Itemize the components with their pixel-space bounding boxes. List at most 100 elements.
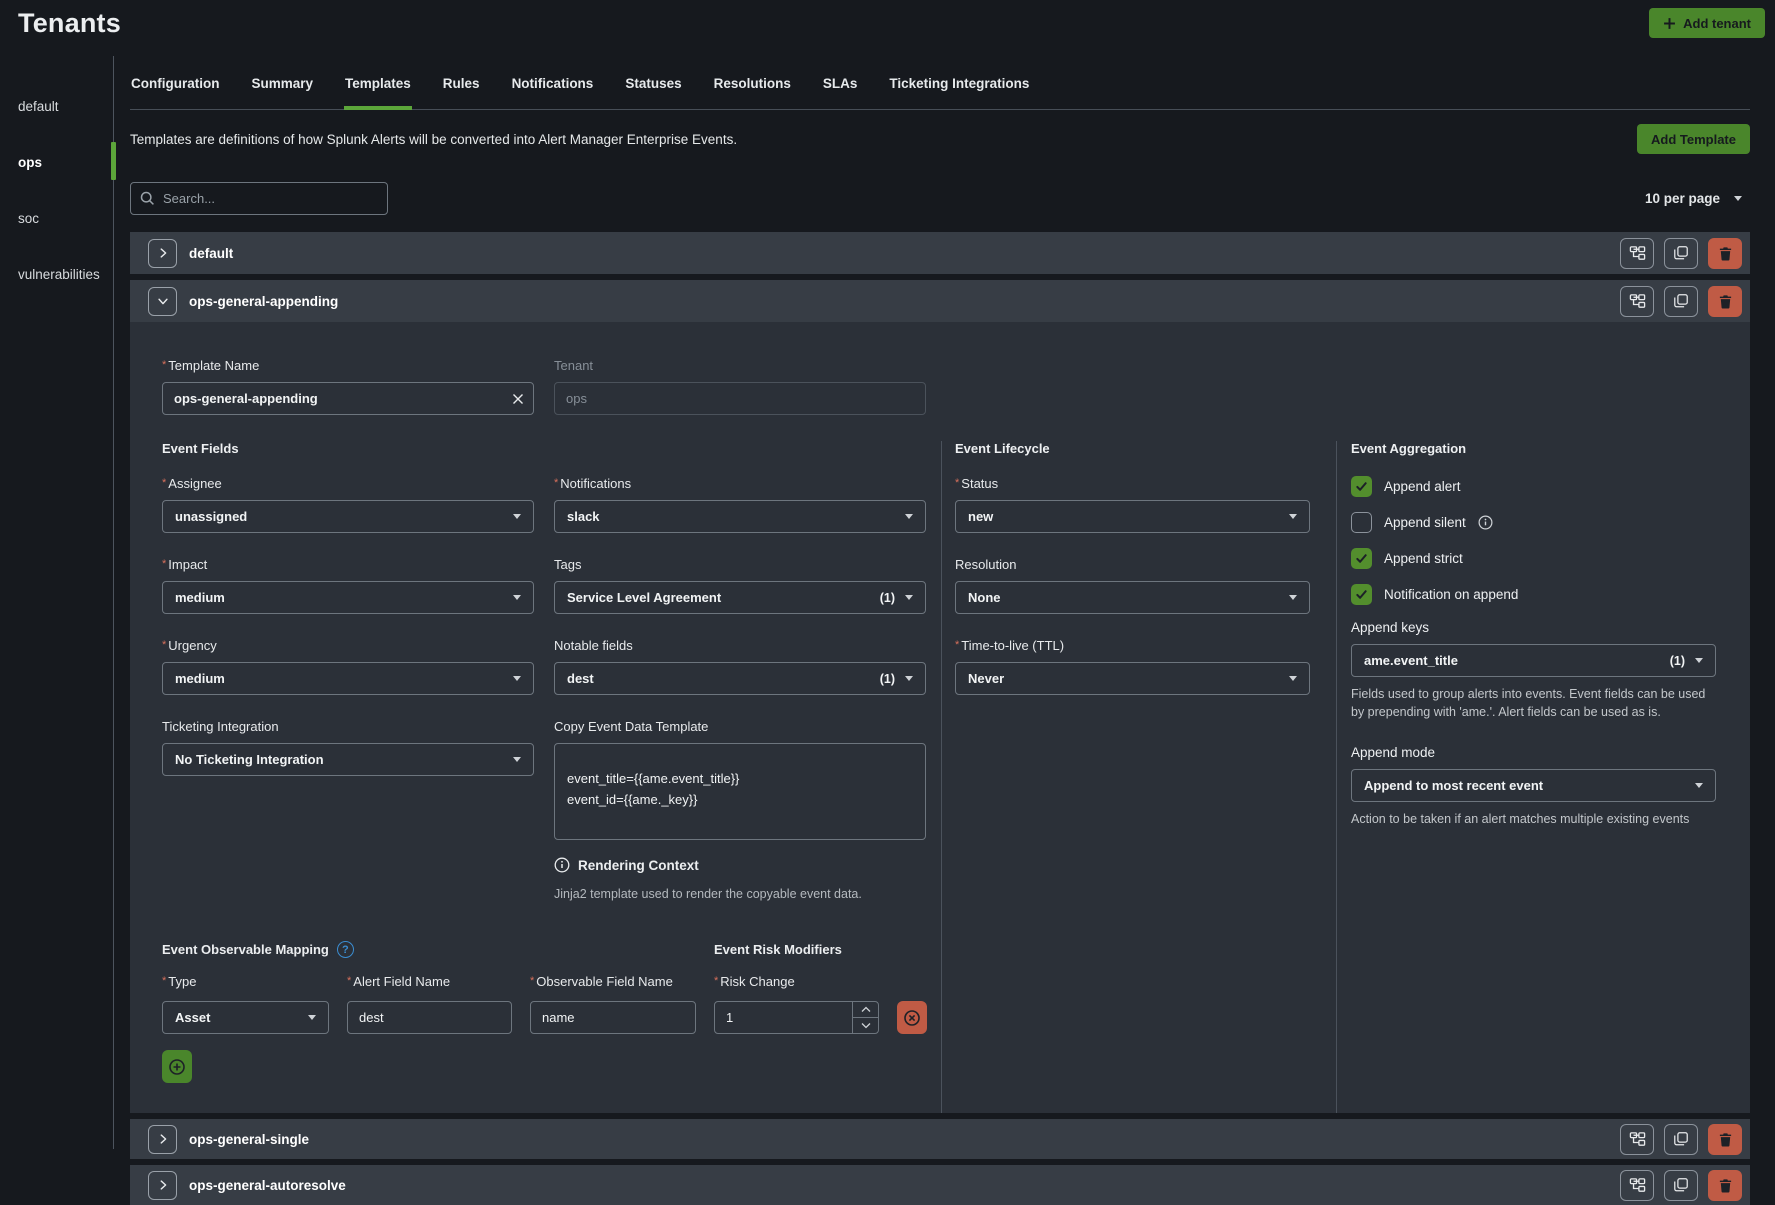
per-page-select[interactable]: 10 per page bbox=[1645, 191, 1750, 206]
tags-select[interactable]: Service Level Agreement (1) bbox=[554, 581, 926, 614]
page-title: Tenants bbox=[18, 8, 121, 39]
append-silent-checkbox[interactable] bbox=[1351, 512, 1372, 533]
assignee-select[interactable]: unassigned bbox=[162, 500, 534, 533]
trash-icon bbox=[1718, 1132, 1733, 1147]
notable-fields-select[interactable]: dest (1) bbox=[554, 662, 926, 695]
search-box bbox=[130, 182, 388, 215]
append-strict-checkbox[interactable] bbox=[1351, 548, 1372, 569]
notification-on-append-label: Notification on append bbox=[1384, 587, 1518, 602]
copy-icon bbox=[1673, 1177, 1689, 1193]
observable-mapping-heading: Event Observable Mapping ? bbox=[162, 941, 696, 958]
tenant-input bbox=[554, 382, 926, 415]
hierarchy-button[interactable] bbox=[1620, 286, 1654, 317]
chevron-down-icon bbox=[905, 595, 913, 600]
tab-configuration[interactable]: Configuration bbox=[130, 70, 220, 110]
append-alert-checkbox[interactable] bbox=[1351, 476, 1372, 497]
hierarchy-icon bbox=[1629, 245, 1646, 262]
delete-button[interactable] bbox=[1708, 238, 1742, 269]
delete-button[interactable] bbox=[1708, 1170, 1742, 1201]
tab-resolutions[interactable]: Resolutions bbox=[713, 70, 792, 110]
notification-on-append-checkbox[interactable] bbox=[1351, 584, 1372, 605]
append-mode-select[interactable]: Append to most recent event bbox=[1351, 769, 1716, 802]
ticketing-integration-select[interactable]: No Ticketing Integration bbox=[162, 743, 534, 776]
chevron-down-icon bbox=[905, 676, 913, 681]
sidebar-item-soc[interactable]: soc bbox=[0, 190, 113, 246]
resolution-label: Resolution bbox=[955, 557, 1310, 572]
copy-icon bbox=[1673, 245, 1689, 261]
clone-button[interactable] bbox=[1664, 286, 1698, 317]
spin-up-button[interactable] bbox=[853, 1002, 878, 1018]
notifications-select[interactable]: slack bbox=[554, 500, 926, 533]
sidebar-item-vulnerabilities[interactable]: vulnerabilities bbox=[0, 246, 113, 302]
type-label: *Type bbox=[162, 974, 329, 989]
alert-field-name-input[interactable] bbox=[347, 1001, 512, 1034]
add-tenant-button[interactable]: Add tenant bbox=[1649, 8, 1765, 38]
clone-button[interactable] bbox=[1664, 238, 1698, 269]
remove-mapping-button[interactable] bbox=[897, 1001, 927, 1034]
trash-icon bbox=[1718, 1178, 1733, 1193]
selection-count-badge: (1) bbox=[1670, 654, 1685, 668]
impact-select[interactable]: medium bbox=[162, 581, 534, 614]
tab-templates[interactable]: Templates bbox=[344, 70, 412, 110]
observable-field-name-input[interactable] bbox=[530, 1001, 696, 1034]
add-template-button[interactable]: Add Template bbox=[1637, 124, 1750, 154]
type-select[interactable]: Asset bbox=[162, 1001, 329, 1034]
tab-statuses[interactable]: Statuses bbox=[624, 70, 682, 110]
add-mapping-button[interactable] bbox=[162, 1050, 192, 1083]
append-keys-select[interactable]: ame.event_title (1) bbox=[1351, 644, 1716, 677]
ttl-select[interactable]: Never bbox=[955, 662, 1310, 695]
templates-description: Templates are definitions of how Splunk … bbox=[130, 132, 737, 147]
expand-button[interactable] bbox=[148, 1125, 177, 1154]
event-fields-heading: Event Fields bbox=[162, 441, 941, 456]
urgency-select[interactable]: medium bbox=[162, 662, 534, 695]
impact-label: *Impact bbox=[162, 557, 534, 572]
jinja-help-text: Jinja2 template used to render the copya… bbox=[554, 886, 926, 903]
tenant-label: Tenant bbox=[554, 358, 926, 373]
selection-count-badge: (1) bbox=[880, 672, 895, 686]
copy-event-data-textarea[interactable]: event_title={{ame.event_title}} event_id… bbox=[554, 743, 926, 840]
check-icon bbox=[1355, 588, 1368, 601]
hierarchy-button[interactable] bbox=[1620, 238, 1654, 269]
sidebar-item-default[interactable]: default bbox=[0, 78, 113, 134]
selection-count-badge: (1) bbox=[880, 591, 895, 605]
search-input[interactable] bbox=[130, 182, 388, 215]
hierarchy-button[interactable] bbox=[1620, 1170, 1654, 1201]
template-row: default bbox=[130, 232, 1750, 274]
append-alert-label: Append alert bbox=[1384, 479, 1461, 494]
chevron-down-icon bbox=[1289, 595, 1297, 600]
tab-slas[interactable]: SLAs bbox=[822, 70, 859, 110]
template-list: default bbox=[130, 232, 1750, 1205]
observable-field-name-label: *Observable Field Name bbox=[530, 974, 696, 989]
collapse-button[interactable] bbox=[148, 287, 177, 316]
template-row-expanded: ops-general-appending bbox=[130, 280, 1750, 1113]
urgency-label: *Urgency bbox=[162, 638, 534, 653]
clear-template-name-button[interactable] bbox=[508, 389, 528, 409]
chevron-down-icon bbox=[861, 1022, 871, 1029]
search-icon bbox=[140, 191, 155, 206]
clone-button[interactable] bbox=[1664, 1170, 1698, 1201]
hierarchy-button[interactable] bbox=[1620, 1124, 1654, 1155]
chevron-right-icon bbox=[156, 1132, 170, 1146]
template-name-input[interactable] bbox=[162, 382, 534, 415]
trash-icon bbox=[1718, 246, 1733, 261]
info-icon[interactable] bbox=[1478, 515, 1493, 530]
tab-notifications[interactable]: Notifications bbox=[511, 70, 595, 110]
clone-button[interactable] bbox=[1664, 1124, 1698, 1155]
tab-summary[interactable]: Summary bbox=[250, 70, 314, 110]
tab-ticketing-integrations[interactable]: Ticketing Integrations bbox=[888, 70, 1030, 110]
tab-rules[interactable]: Rules bbox=[442, 70, 481, 110]
resolution-select[interactable]: None bbox=[955, 581, 1310, 614]
chevron-down-icon bbox=[513, 514, 521, 519]
help-icon[interactable]: ? bbox=[337, 941, 354, 958]
expand-button[interactable] bbox=[148, 239, 177, 268]
spin-down-button[interactable] bbox=[853, 1018, 878, 1033]
event-aggregation-heading: Event Aggregation bbox=[1351, 441, 1716, 456]
delete-button[interactable] bbox=[1708, 1124, 1742, 1155]
delete-button[interactable] bbox=[1708, 286, 1742, 317]
status-select[interactable]: new bbox=[955, 500, 1310, 533]
sidebar-item-ops[interactable]: ops bbox=[0, 134, 113, 190]
rendering-context-label[interactable]: Rendering Context bbox=[578, 858, 699, 873]
tags-label: Tags bbox=[554, 557, 926, 572]
expand-button[interactable] bbox=[148, 1171, 177, 1200]
plus-icon bbox=[1663, 17, 1676, 30]
